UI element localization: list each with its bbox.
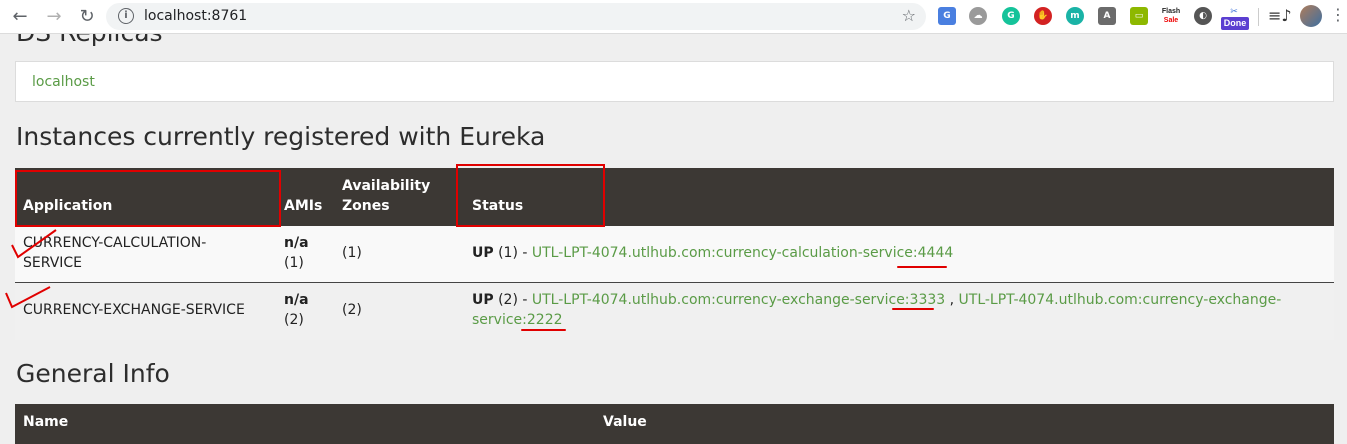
name-header: Name: [23, 414, 69, 430]
instance-link[interactable]: UTL-LPT-4074.utlhub.com:currency-exchang…: [959, 292, 1282, 308]
amis-count: (2): [284, 312, 304, 328]
instances-title: Instances currently registered with Eure…: [16, 122, 546, 151]
toolbar-divider: [1258, 8, 1259, 26]
bookmark-star-icon[interactable]: ☆: [902, 6, 916, 25]
adblock-extension-icon[interactable]: ✋: [1034, 7, 1052, 25]
amis-count: (1): [284, 255, 304, 271]
replica-link[interactable]: localhost: [32, 74, 95, 90]
zones-value: (1): [342, 245, 362, 261]
grammarly-extension-icon[interactable]: G: [1002, 7, 1020, 25]
table-row: CURRENCY-CALCULATION- SERVICE n/a (1) (1…: [15, 226, 1334, 283]
moon-extension-icon[interactable]: ◐: [1194, 7, 1212, 25]
instance-port: 2222: [526, 312, 563, 328]
browser-toolbar: ← → ↻ i localhost:8761 ☆ G ☁ G ✋ m A ▭ F…: [0, 0, 1347, 34]
availability-zones-header: Availability Zones: [342, 176, 430, 216]
instance-port: 4444: [917, 245, 954, 261]
table-row: CURRENCY-EXCHANGE-SERVICE n/a (2) (2) UP…: [15, 283, 1334, 340]
amis-value: n/a (1): [284, 233, 309, 273]
flash-label: Flash: [1161, 8, 1181, 15]
link-separator: ,: [945, 292, 959, 308]
value-header: Value: [603, 414, 647, 430]
status-up: UP: [472, 245, 494, 261]
checkmark-icons: [5, 229, 57, 309]
port-underline: [521, 329, 566, 331]
amis-na: n/a: [284, 235, 309, 251]
translate-extension-icon[interactable]: G: [938, 7, 956, 25]
amis-value: n/a (2): [284, 290, 309, 330]
status-up: UP: [472, 292, 494, 308]
port-underline: [897, 266, 947, 268]
info-icon[interactable]: i: [118, 8, 134, 24]
port-underline: [892, 308, 934, 310]
general-info-title: General Info: [16, 359, 170, 388]
instance-link[interactable]: UTL-LPT-4074.utlhub.com:currency-exchang…: [532, 292, 945, 308]
done-badge: Done: [1221, 17, 1249, 30]
instance-host: UTL-LPT-4074.utlhub.com:currency-exchang…: [531, 292, 910, 308]
playlist-icon[interactable]: ≡♪: [1268, 6, 1292, 25]
status-value: UP (1) - UTL-LPT-4074.utlhub.com:currenc…: [472, 243, 953, 263]
availability-header-line1: Availability: [342, 178, 431, 194]
instance-host-continued: service:: [472, 312, 527, 328]
status-highlight-box: [456, 164, 605, 227]
replicas-panel: localhost: [15, 61, 1334, 102]
instance-host: UTL-LPT-4074.utlhub.com:currency-calcula…: [531, 245, 918, 261]
status-count: (1) -: [493, 245, 532, 261]
url-text[interactable]: localhost:8761: [144, 8, 247, 24]
flash-sale-extension-icon[interactable]: Flash Sale: [1160, 7, 1182, 25]
back-arrow-icon[interactable]: ←: [8, 5, 32, 29]
amis-header: AMIs: [284, 198, 323, 214]
general-info-table-header: Name Value: [15, 404, 1334, 444]
instance-link[interactable]: UTL-LPT-4074.utlhub.com:currency-calcula…: [532, 245, 953, 261]
angular-extension-icon[interactable]: A: [1098, 7, 1116, 25]
instance-link-continued[interactable]: service:2222: [472, 312, 563, 328]
more-menu-icon[interactable]: ⋮: [1330, 5, 1346, 24]
sale-label: Sale: [1163, 17, 1179, 24]
cloud-extension-icon[interactable]: ☁: [969, 7, 987, 25]
profile-avatar[interactable]: [1300, 5, 1322, 27]
zones-header-line2: Zones: [342, 198, 390, 214]
zones-value: (2): [342, 302, 362, 318]
status-value: UP (2) - UTL-LPT-4074.utlhub.com:currenc…: [472, 290, 1312, 330]
checkmark-icon: [5, 286, 51, 309]
address-bar[interactable]: i localhost:8761 ☆: [106, 3, 926, 30]
checkmark-icon: [11, 229, 57, 259]
status-count: (2) -: [493, 292, 532, 308]
instance-port: 3333: [909, 292, 946, 308]
forward-arrow-icon[interactable]: →: [42, 5, 66, 29]
tab-extension-icon[interactable]: ▭: [1130, 7, 1148, 25]
m-extension-icon[interactable]: m: [1066, 7, 1084, 25]
amis-na: n/a: [284, 292, 309, 308]
reload-icon[interactable]: ↻: [75, 5, 99, 29]
